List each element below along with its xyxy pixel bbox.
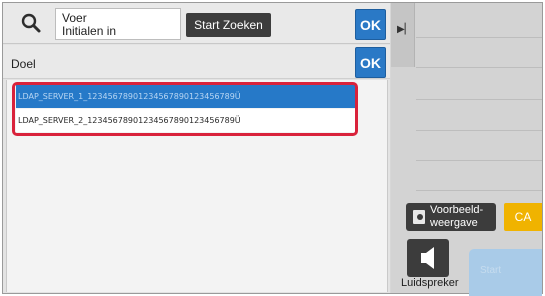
address-search-panel: Voer Initialen in Start Zoeken OK Doel O…	[3, 3, 390, 293]
divider	[416, 37, 542, 38]
expand-panel-tab[interactable]: ▶▏	[391, 3, 415, 67]
search-icon[interactable]	[19, 11, 45, 37]
target-ok-button[interactable]: OK	[355, 47, 386, 78]
preview-label: Voorbeeld- weergave	[430, 204, 484, 229]
target-row: Doel OK	[3, 45, 390, 79]
speaker-icon	[421, 247, 434, 269]
start-button-label: Start	[480, 265, 502, 276]
status-pane	[416, 3, 542, 191]
divider	[416, 160, 542, 161]
server-list: LDAP_SERVER_1_12345678901234567890123456…	[6, 80, 388, 292]
divider	[416, 130, 542, 131]
search-input-text: Voer Initialen in	[62, 11, 117, 38]
start-search-button[interactable]: Start Zoeken	[186, 13, 271, 37]
clear-all-button[interactable]: CA	[504, 203, 542, 231]
speaker-label: Luidspreker	[401, 277, 459, 289]
search-bar: Voer Initialen in Start Zoeken OK	[3, 3, 390, 44]
divider	[416, 67, 542, 68]
preview-icon	[413, 210, 425, 224]
speaker-button[interactable]	[407, 239, 449, 277]
chevron-right-icon: ▶▏	[397, 24, 413, 35]
search-input[interactable]: Voer Initialen in	[55, 8, 181, 40]
preview-button[interactable]: Voorbeeld- weergave	[406, 203, 496, 231]
start-button[interactable]: Start	[469, 249, 542, 296]
target-label: Doel	[11, 57, 36, 71]
search-ok-button[interactable]: OK	[355, 9, 386, 40]
divider	[416, 99, 542, 100]
divider	[416, 190, 542, 191]
right-control-panel: ▶▏ Voorbeeld- weergave CA Luidspreker St…	[391, 3, 542, 296]
highlight-outline	[12, 82, 358, 136]
